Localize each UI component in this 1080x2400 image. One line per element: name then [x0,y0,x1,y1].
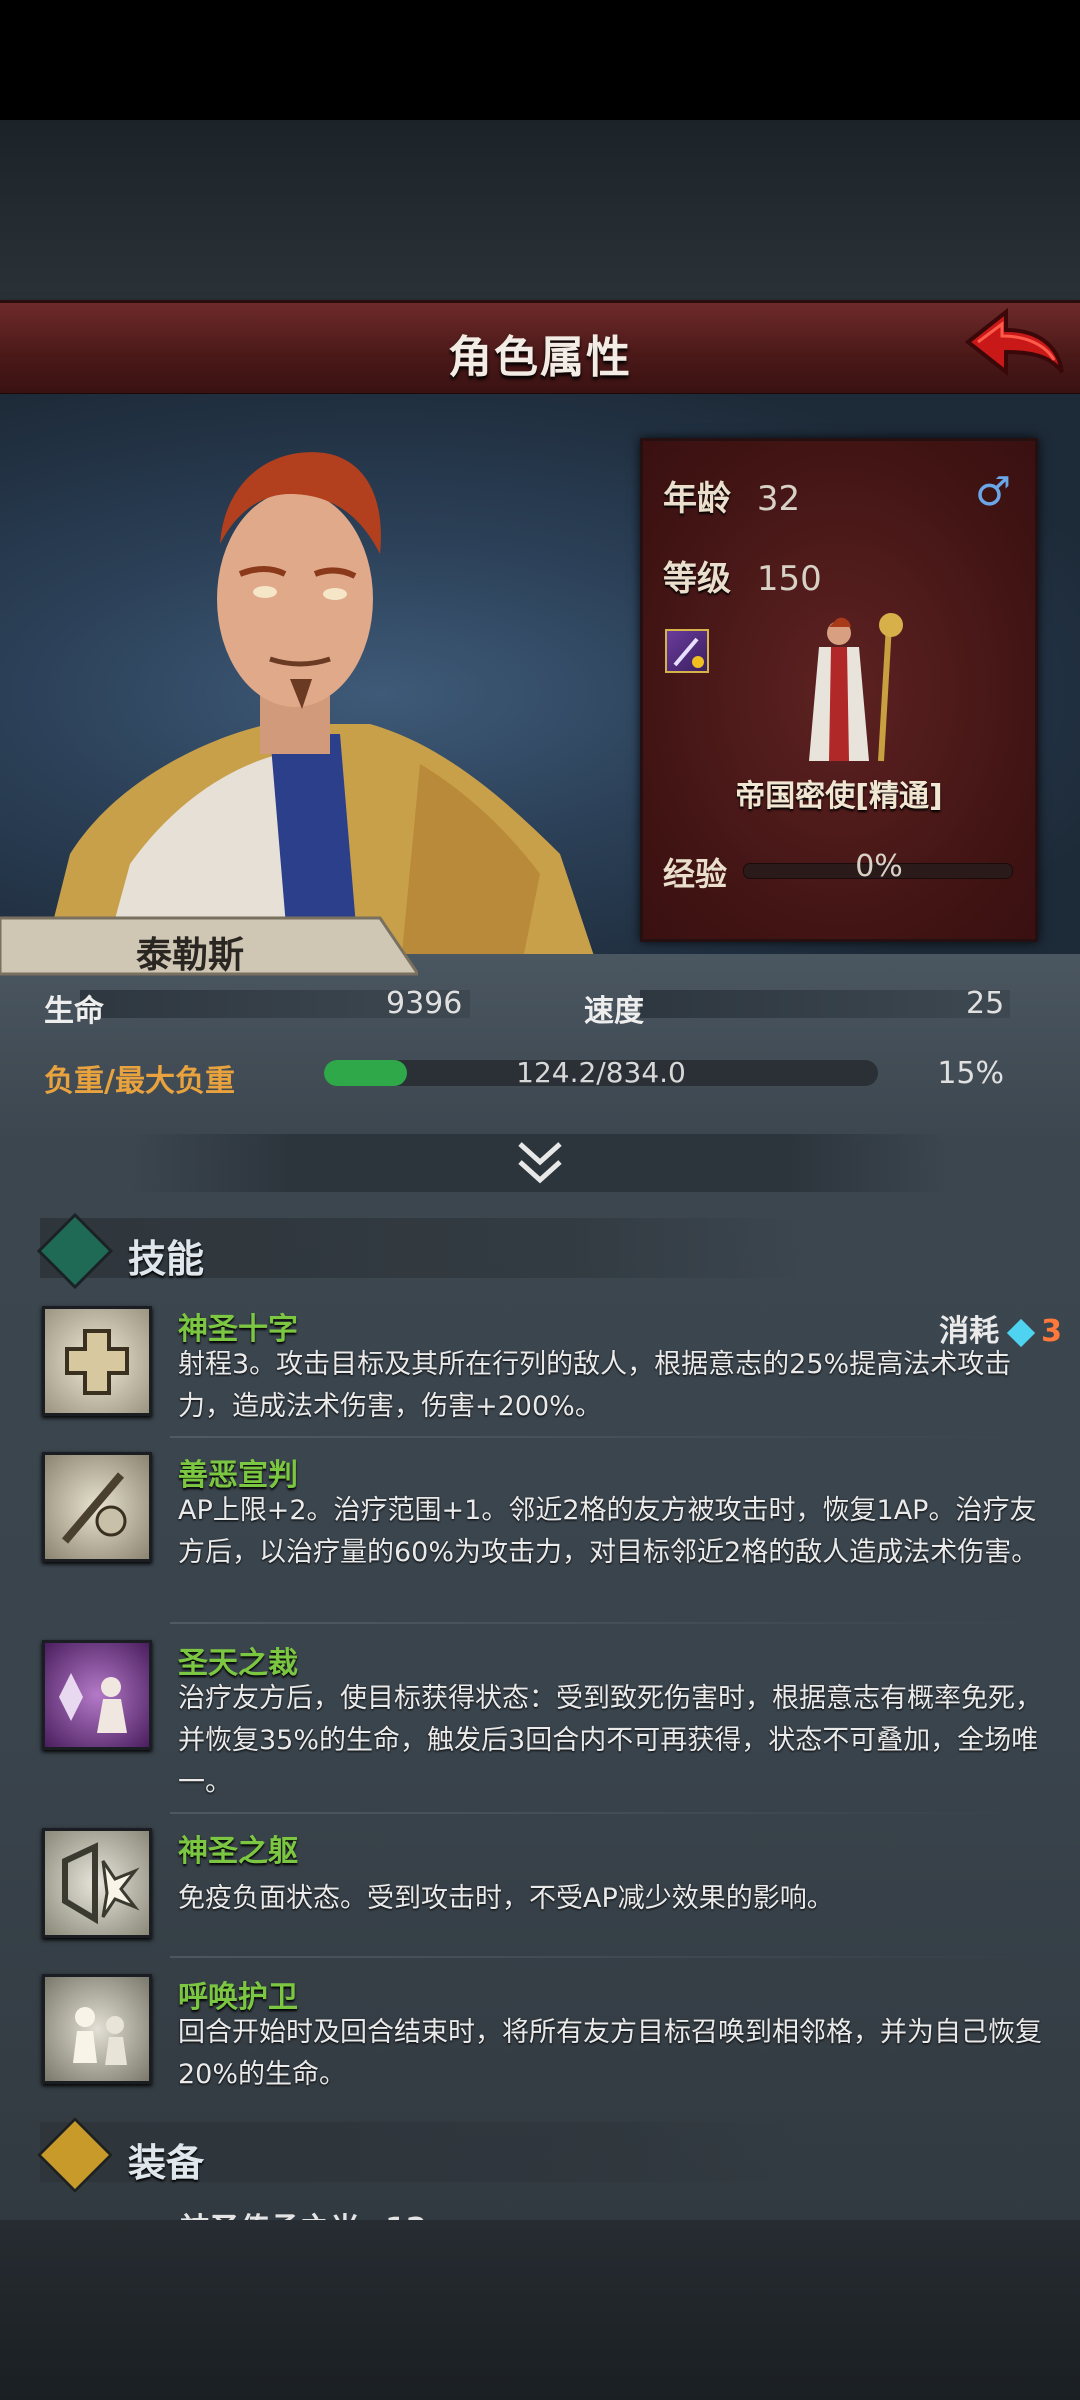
skill-item[interactable]: 圣天之裁 治疗友方后，使目标获得状态：受到致死伤害时，根据意志有概率免死，并恢复… [42,1640,1042,1798]
page-title: 角色属性 [448,332,632,383]
skill-name: 神圣之躯 [178,1834,298,1869]
info-panel: 年龄 32 ♂ 等级 150 帝国密使[精通] 经验 0% [640,438,1038,942]
judgment-skill-icon [42,1452,152,1562]
status-bar-area [0,0,1080,120]
title-bar: 角色属性 [0,300,1080,397]
male-icon: ♂ [975,469,1011,515]
skill-description: 回合开始时及回合结束时，将所有友方目标召唤到相邻格，并为自己恢复20%的生命。 [178,2017,1042,2090]
age-value: 32 [756,479,801,519]
skill-description: AP上限+2。治疗范围+1。邻近2格的友方被攻击时，恢复1AP。治疗友方后，以治… [178,1495,1039,1568]
exp-value: 0% [855,849,903,884]
skill-section-icon [36,1212,114,1290]
load-value: 124.2/834.0 [516,1056,686,1089]
holy-body-skill-icon [42,1828,152,1938]
bottom-backdrop [0,2220,1080,2400]
divider [170,1622,1030,1624]
hp-label: 生命 [44,994,104,1029]
age-row: 年龄 32 [663,471,800,520]
skill-description: 治疗友方后，使目标获得状态：受到致死伤害时，根据意志有概率免死，并恢复35%的生… [178,1683,1042,1798]
load-label: 负重/最大负重 [44,1064,235,1099]
screen: 角色属性 年龄 32 ♂ 等级 150 帝国密使[精通] 经验 0% 泰勒斯 生… [0,0,1080,2400]
load-percent: 15% [937,1056,1004,1091]
hp-value: 9396 [386,986,463,1021]
divider [170,1956,1030,1958]
speed-value: 25 [966,986,1005,1021]
skill-name: 善恶宣判 [178,1458,298,1493]
class-staff-icon[interactable] [665,629,709,673]
top-backdrop [0,120,1080,300]
skill-description: 免疫负面状态。受到攻击时，不受AP减少效果的影响。 [178,1883,834,1914]
equipment-section-title: 装备 [128,2141,205,2185]
back-arrow-icon [964,307,1064,377]
back-button[interactable] [958,302,1068,382]
skills-section-title: 技能 [128,1237,205,1281]
skills-section-header: 技能 [36,1212,800,1290]
character-name: 泰勒斯 [136,935,245,976]
age-label: 年龄 [663,479,731,519]
expand-chevron-icon [518,1142,562,1184]
name-plate: 泰勒斯 [0,914,418,980]
skill-item[interactable]: 善恶宣判 AP上限+2。治疗范围+1。邻近2格的友方被攻击时，恢复1AP。治疗友… [42,1452,1042,1602]
skill-description: 射程3。攻击目标及其所在行列的敌人，根据意志的25%提高法术攻击力，造成法术伤害… [178,1349,1012,1422]
speed-bar [640,990,1010,1018]
class-figure-image [809,613,903,762]
divider [170,1812,1030,1814]
heavenly-judgment-skill-icon [42,1640,152,1750]
character-portrait [45,452,594,954]
holy-cross-skill-icon [42,1306,152,1416]
skill-name: 神圣十字 [178,1312,298,1347]
equipment-section-header: 装备 [36,2116,800,2194]
expand-button[interactable] [130,1134,950,1192]
skill-name: 呼唤护卫 [178,1980,298,2015]
skill-item[interactable]: 神圣之躯 免疫负面状态。受到攻击时，不受AP减少效果的影响。 [42,1828,1042,1938]
level-value: 150 [756,559,822,599]
equipment-section-icon [36,2116,114,2194]
skill-item[interactable]: 神圣十字 射程3。攻击目标及其所在行列的敌人，根据意志的25%提高法术攻击力，造… [42,1306,1042,1422]
level-row: 等级 150 [663,551,822,600]
level-label: 等级 [663,559,731,599]
class-name: 帝国密使[精通] [735,779,943,814]
speed-label: 速度 [584,994,644,1029]
skill-item[interactable]: 呼唤护卫 回合开始时及回合结束时，将所有友方目标召唤到相邻格，并为自己恢复20%… [42,1974,1042,2090]
skill-name: 圣天之裁 [178,1646,298,1681]
divider [170,1436,1030,1438]
summon-guard-skill-icon [42,1974,152,2084]
